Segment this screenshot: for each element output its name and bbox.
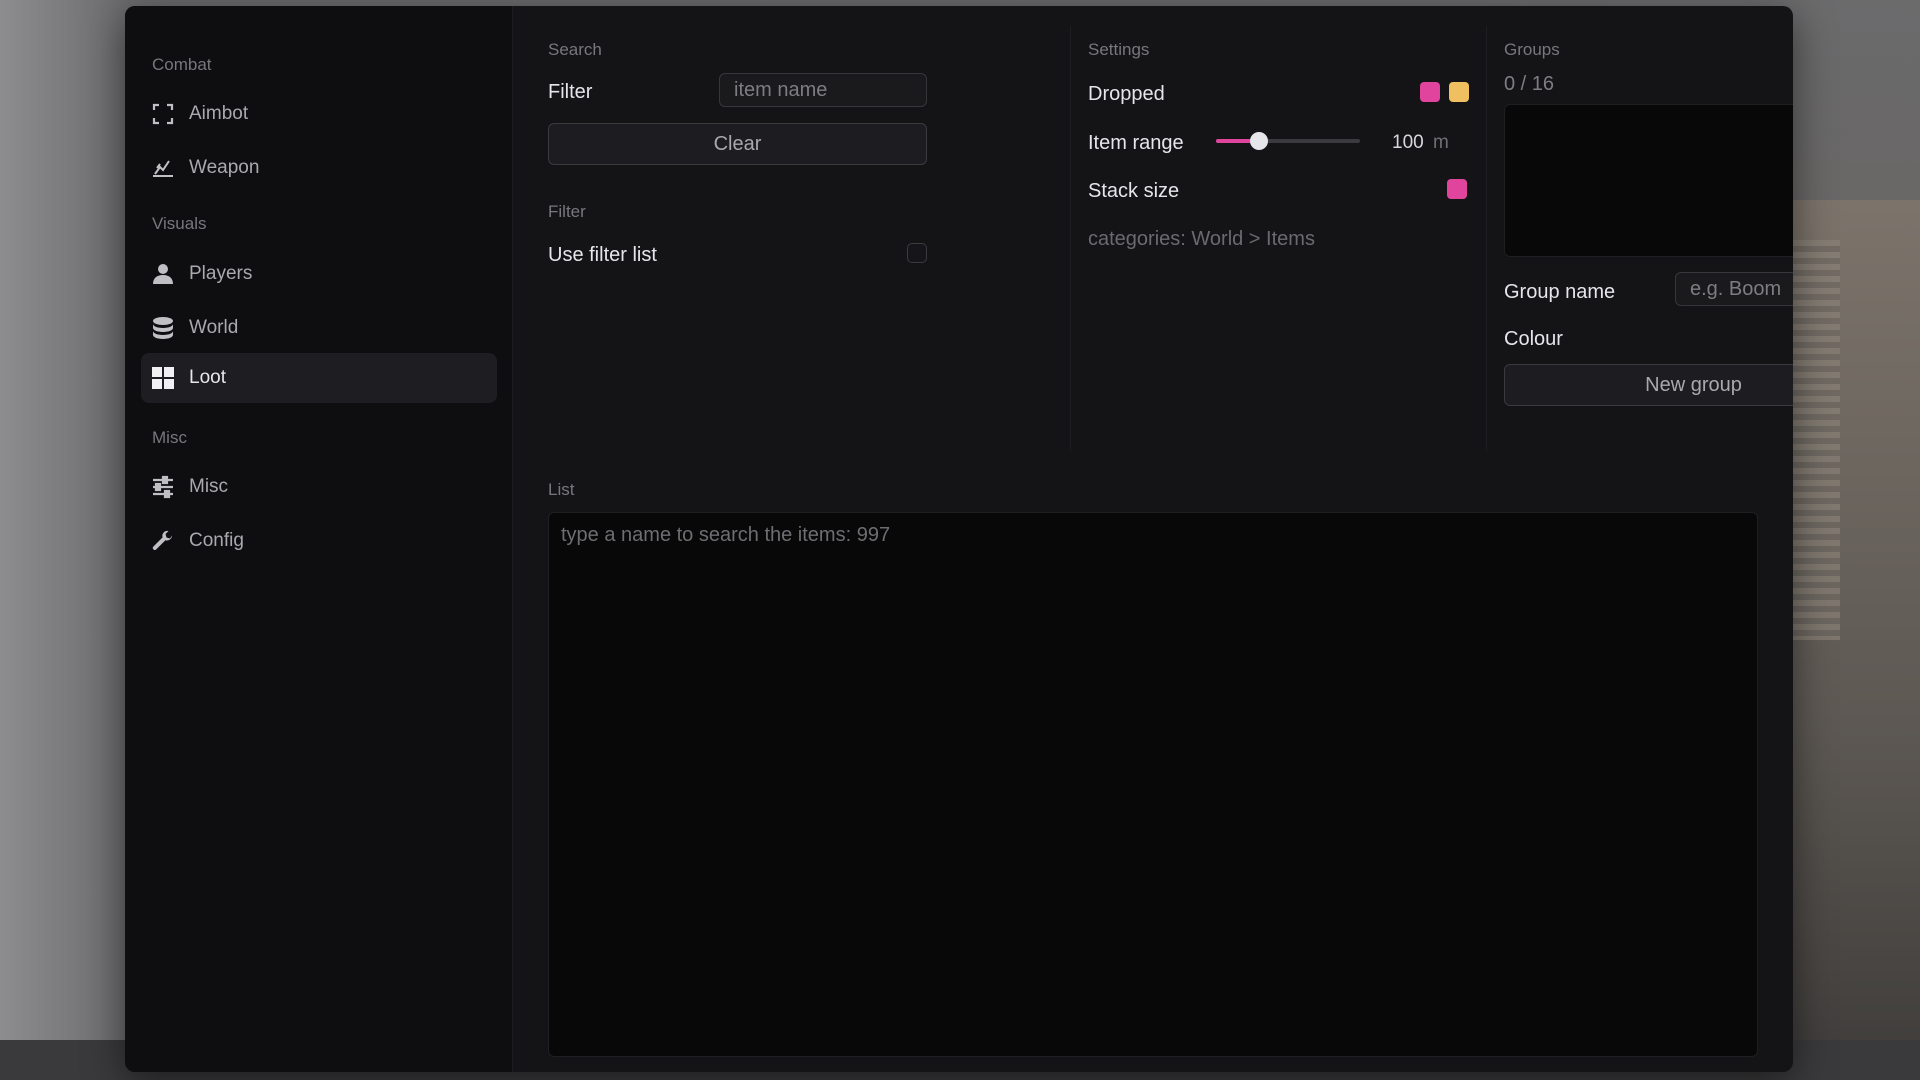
new-group-button[interactable]: New group <box>1504 364 1793 406</box>
crosshair-bracket-icon <box>149 100 177 128</box>
item-range-slider[interactable] <box>1216 132 1360 150</box>
groups-section-title: Groups <box>1504 40 1560 59</box>
group-name-input[interactable] <box>1675 272 1793 306</box>
use-filter-list-checkbox[interactable] <box>907 243 927 263</box>
sidebar-item-label: Misc <box>189 476 229 497</box>
stack-size-label: Stack size <box>1088 180 1180 202</box>
group-name-label: Group name <box>1504 281 1616 303</box>
sidebar-item-misc[interactable]: Misc <box>141 462 497 512</box>
colour-label: Colour <box>1504 328 1563 350</box>
sidebar-item-weapon[interactable]: Weapon <box>141 143 497 193</box>
filter-label: Filter <box>548 81 593 103</box>
sidebar-item-label: Loot <box>189 367 226 388</box>
sidebar-item-config[interactable]: Config <box>141 516 497 566</box>
stack-size-color-swatch[interactable] <box>1447 179 1467 199</box>
column-divider <box>1486 26 1487 451</box>
search-section-title: Search <box>548 40 602 59</box>
column-divider <box>1070 26 1071 451</box>
database-icon <box>149 314 177 342</box>
wrench-icon <box>149 527 177 555</box>
sidebar-item-world[interactable]: World <box>141 303 497 353</box>
item-range-unit: m <box>1432 132 1449 153</box>
list-section-title: List <box>548 480 575 499</box>
sliders-icon <box>149 473 177 501</box>
sidebar: Combat Aimbot Weapon Visuals Players Wor… <box>125 6 513 1072</box>
sidebar-section-visuals: Visuals <box>152 214 207 233</box>
sidebar-item-label: Config <box>189 530 244 551</box>
sidebar-item-label: World <box>189 317 239 338</box>
dropped-label: Dropped <box>1088 83 1165 105</box>
sidebar-item-label: Weapon <box>189 157 260 178</box>
user-icon <box>149 260 177 288</box>
use-filter-list-label: Use filter list <box>548 244 657 266</box>
menu-window: Combat Aimbot Weapon Visuals Players Wor… <box>125 6 1793 1072</box>
sidebar-section-combat: Combat <box>152 55 212 74</box>
sidebar-section-misc: Misc <box>152 428 187 447</box>
grid-icon <box>149 364 177 392</box>
sidebar-item-players[interactable]: Players <box>141 249 497 299</box>
item-range-number: 100 <box>1392 132 1424 153</box>
main-panel: Search Filter Clear Filter Use filter li… <box>514 6 1793 1072</box>
filter-section-title: Filter <box>548 202 586 221</box>
items-list[interactable]: type a name to search the items: 997 <box>548 512 1758 1057</box>
sidebar-item-loot[interactable]: Loot <box>141 353 497 403</box>
item-range-label: Item range <box>1088 132 1184 154</box>
dropped-color-swatch[interactable] <box>1420 82 1440 102</box>
weapon-icon <box>149 154 177 182</box>
item-range-value: 100 m <box>1392 132 1449 154</box>
sidebar-item-label: Players <box>189 263 253 284</box>
clear-button[interactable]: Clear <box>548 123 927 165</box>
groups-count: 0 / 16 <box>1504 73 1555 95</box>
item-range-slider-knob[interactable] <box>1250 132 1269 150</box>
background-building <box>1780 200 1920 1080</box>
dropped-secondary-color-swatch[interactable] <box>1449 82 1469 102</box>
sidebar-item-aimbot[interactable]: Aimbot <box>141 89 497 139</box>
items-list-placeholder: type a name to search the items: 997 <box>561 524 891 546</box>
categories-text: categories: World > Items <box>1088 228 1315 250</box>
background-left <box>0 0 130 1080</box>
sidebar-item-label: Aimbot <box>189 103 249 124</box>
groups-list[interactable] <box>1504 104 1793 257</box>
filter-input[interactable] <box>719 73 927 107</box>
settings-section-title: Settings <box>1088 40 1150 59</box>
